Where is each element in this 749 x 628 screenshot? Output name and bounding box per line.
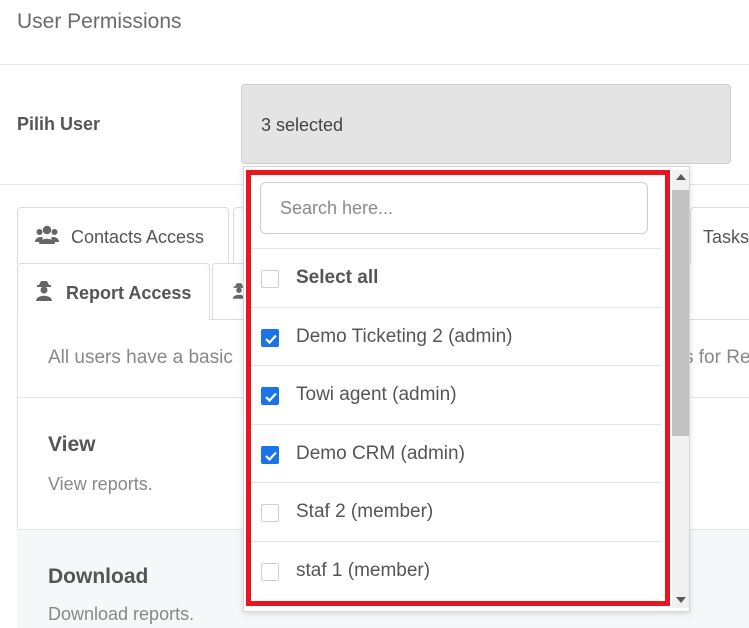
user-secret-icon <box>35 280 53 307</box>
tab-tasks[interactable]: Tasks <box>690 207 749 264</box>
tab-contacts-access-label: Contacts Access <box>71 227 205 247</box>
list-item-label: staf 1 (member) <box>296 560 431 581</box>
list-item-label: Demo CRM (admin) <box>296 443 465 464</box>
list-item-label: Towi agent (admin) <box>296 384 457 405</box>
list-item[interactable]: Demo Ticketing 2 (admin) <box>251 307 661 365</box>
tab-report-access[interactable]: Report Access <box>17 263 210 320</box>
download-section-description: Download reports. <box>48 604 195 624</box>
list-item[interactable]: Towi agent (admin) <box>251 365 661 423</box>
check-icon <box>265 451 277 462</box>
download-section-title: Download <box>48 565 149 588</box>
search-input[interactable] <box>262 184 646 232</box>
select-all-label: Select all <box>296 267 379 288</box>
checkbox[interactable] <box>261 329 279 347</box>
check-icon <box>265 392 277 403</box>
list-item-label: Demo Ticketing 2 (admin) <box>296 326 513 347</box>
view-section-description: View reports. <box>48 474 153 494</box>
checkbox[interactable] <box>261 504 279 522</box>
checkbox[interactable] <box>261 563 279 581</box>
tab-contacts-access[interactable]: Contacts Access <box>17 207 229 264</box>
user-multiselect[interactable]: 3 selected <box>241 84 731 164</box>
users-icon <box>35 224 59 251</box>
scroll-up-icon[interactable] <box>676 174 686 180</box>
pilih-user-label: Pilih User <box>17 114 101 134</box>
list-item-label: Staf 2 (member) <box>296 501 434 522</box>
info-text: All users have a basic <box>48 347 233 368</box>
checkbox[interactable] <box>261 446 279 464</box>
scrollbar-thumb[interactable] <box>672 190 689 436</box>
check-icon <box>265 334 277 345</box>
header-divider <box>0 64 749 65</box>
list-item[interactable]: Demo CRM (admin) <box>251 424 661 482</box>
list-item[interactable]: staf 1 (member) <box>251 541 661 599</box>
scroll-down-icon[interactable] <box>676 597 686 603</box>
list-item[interactable]: Staf 2 (member) <box>251 482 661 540</box>
select-all-option[interactable]: Select all <box>251 248 661 306</box>
search-field[interactable] <box>260 182 648 234</box>
page-title: User Permissions <box>17 10 182 33</box>
view-section-title: View <box>48 433 96 456</box>
tab-report-access-label: Report Access <box>66 283 192 303</box>
user-multiselect-value: 3 selected <box>261 115 344 135</box>
select-all-checkbox[interactable] <box>261 270 279 288</box>
checkbox[interactable] <box>261 387 279 405</box>
info-text-tail: s for Re <box>684 347 749 368</box>
tab-tasks-label: Tasks <box>703 227 749 247</box>
